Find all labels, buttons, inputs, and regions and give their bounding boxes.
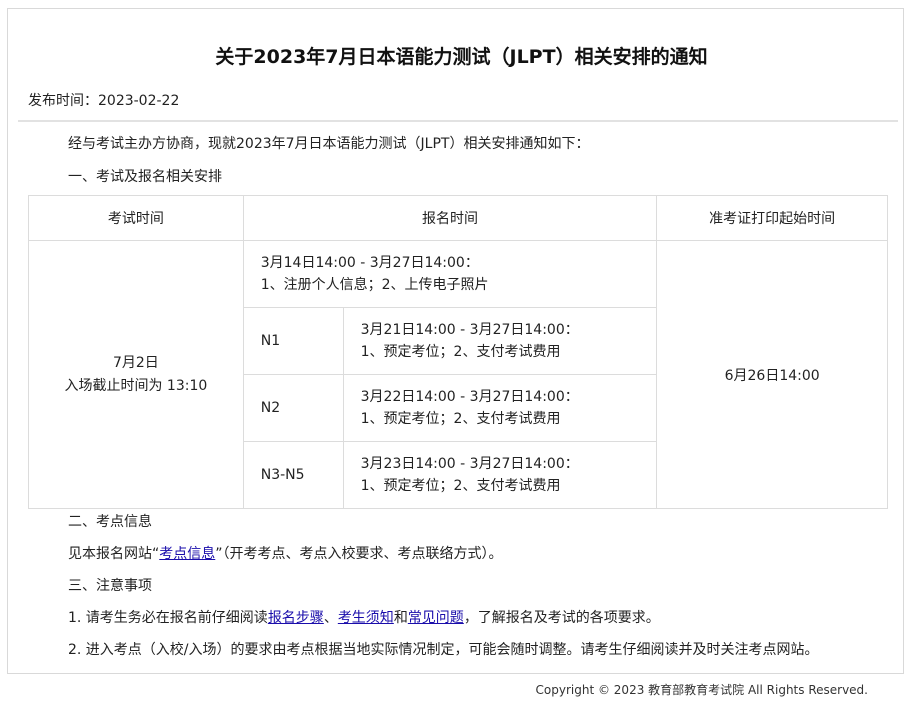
registration-common-steps: 1、注册个人信息；2、上传电子照片 [260, 277, 489, 293]
schedule-table: 考试时间 报名时间 准考证打印起始时间 7月2日 入场截止时间为 13:10 3… [28, 195, 888, 509]
venue-paragraph: 见本报名网站“考点信息”（开考考点、考点入校要求、考点联络方式）。 [68, 543, 503, 563]
level-label: N2 [242, 374, 344, 442]
table-header-row: 考试时间 报名时间 准考证打印起始时间 [28, 195, 888, 241]
section3-heading: 三、注意事项 [68, 578, 152, 594]
faq-link[interactable]: 常见问题 [408, 610, 464, 626]
level-registration-time: 3月23日14:00 - 3月27日14:00： [360, 456, 579, 472]
footer-copyright: Copyright © 2023 教育部教育考试院 All Rights Res… [535, 683, 868, 697]
level-registration-cell: 3月21日14:00 - 3月27日14:00： 1、预定考位；2、支付考试费用 [342, 307, 658, 375]
level-registration-cell: 3月22日14:00 - 3月27日14:00： 1、预定考位；2、支付考试费用 [342, 374, 658, 442]
level-registration-steps: 1、预定考位；2、支付考试费用 [360, 478, 561, 494]
title-divider [18, 120, 898, 122]
registration-common-cell: 3月14日14:00 - 3月27日14:00： 1、注册个人信息；2、上传电子… [242, 240, 658, 308]
intro-paragraph: 经与考试主办方协商，现就2023年7月日本语能力测试（JLPT）相关安排通知如下… [68, 136, 590, 152]
header-admit-print-time: 准考证打印起始时间 [656, 195, 888, 241]
table-row: 7月2日 入场截止时间为 13:10 3月14日14:00 - 3月27日14:… [28, 240, 888, 509]
note1-separator: 、 [323, 610, 338, 626]
note1-separator: 和 [393, 610, 408, 626]
venue-info-link[interactable]: 考点信息 [159, 546, 215, 562]
admit-print-time: 6月26日14:00 [656, 240, 888, 509]
section1-heading: 一、考试及报名相关安排 [68, 169, 222, 185]
header-registration-time: 报名时间 [242, 195, 658, 241]
page-title: 关于2023年7月日本语能力测试（JLPT）相关安排的通知 [215, 46, 708, 68]
level-registration-steps: 1、预定考位；2、支付考试费用 [360, 411, 561, 427]
venue-suffix: ”（开考考点、考点入校要求、考点联络方式）。 [215, 546, 503, 562]
registration-common-time: 3月14日14:00 - 3月27日14:00： [260, 255, 479, 271]
level-label: N1 [242, 307, 344, 375]
exam-cutoff: 入场截止时间为 13:10 [64, 377, 208, 394]
level-registration-time: 3月21日14:00 - 3月27日14:00： [360, 322, 579, 338]
exam-time-cell: 7月2日 入场截止时间为 13:10 [28, 240, 244, 509]
level-registration-cell: 3月23日14:00 - 3月27日14:00： 1、预定考位；2、支付考试费用 [342, 441, 658, 509]
publish-time: 发布时间：2023-02-22 [28, 93, 180, 109]
note1-prefix: 1. 请考生务必在报名前仔细阅读 [68, 610, 268, 626]
level-label: N3-N5 [242, 441, 344, 509]
exam-date: 7月2日 [112, 354, 159, 371]
section2-heading: 二、考点信息 [68, 514, 152, 530]
note1-paragraph: 1. 请考生务必在报名前仔细阅读报名步骤、考生须知和常见问题，了解报名及考试的各… [68, 607, 660, 627]
note2-paragraph: 2. 进入考点（入校/入场）的要求由考点根据当地实际情况制定，可能会随时调整。请… [68, 642, 819, 658]
level-registration-time: 3月22日14:00 - 3月27日14:00： [360, 389, 579, 405]
venue-prefix: 见本报名网站“ [68, 546, 160, 562]
registration-steps-link[interactable]: 报名步骤 [268, 610, 324, 626]
level-registration-steps: 1、预定考位；2、支付考试费用 [360, 344, 561, 360]
header-exam-time: 考试时间 [28, 195, 244, 241]
note1-suffix: ，了解报名及考试的各项要求。 [463, 610, 660, 626]
candidate-notice-link[interactable]: 考生须知 [338, 610, 394, 626]
